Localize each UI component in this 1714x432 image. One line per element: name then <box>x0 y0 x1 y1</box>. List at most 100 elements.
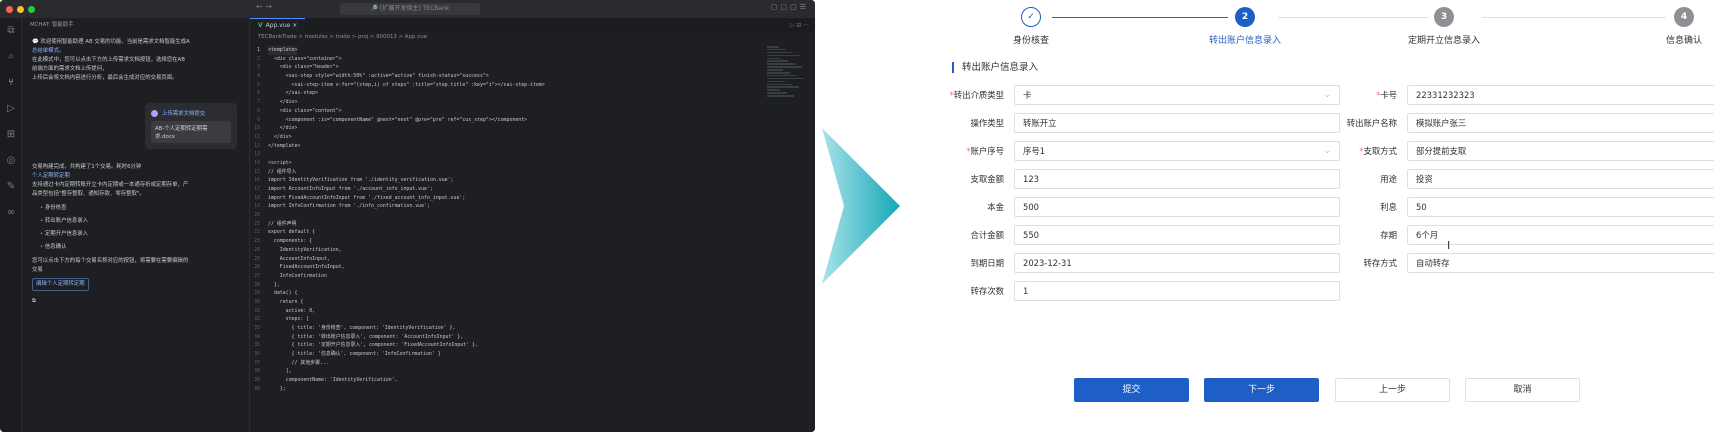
code-line[interactable]: 34 { title: '转出账户信息录入', component: 'Acco… <box>250 333 755 342</box>
cancel-button[interactable]: 取消 <box>1465 378 1580 402</box>
list-item: 信息确认 <box>40 241 239 254</box>
code-line[interactable]: 5 <sai-step-item v-for="(step,i) of step… <box>250 81 755 90</box>
remote-icon[interactable]: ◎ <box>0 148 22 174</box>
next-step-button[interactable]: 下一步 <box>1204 378 1319 402</box>
submit-button[interactable]: 提交 <box>1074 378 1189 402</box>
ide-window: ← → 🔎 [扩展开发宿主] TECBank ▢▢▢☰ ⧉ ⌕ ⑂ ▷ ⊞ ◎ … <box>0 0 815 432</box>
select-field[interactable]: 部分提前支取⌄ <box>1407 141 1714 161</box>
line-number: 13 <box>254 151 260 158</box>
step-3-circle[interactable]: 3 <box>1434 7 1454 27</box>
minimap[interactable] <box>767 46 807 106</box>
minimap-line <box>767 69 783 71</box>
code-text: <sai-step-item v-for="(step,i) of steps"… <box>268 81 545 88</box>
code-line[interactable]: 27 InfoConfirmation <box>250 272 755 281</box>
code-line[interactable]: 36 { title: '信息确认', component: 'InfoConf… <box>250 350 755 359</box>
code-line[interactable]: 14 <script> <box>250 159 755 168</box>
code-line[interactable]: 15 // 组件导入 <box>250 168 755 177</box>
code-line[interactable]: 28 }, <box>250 281 755 290</box>
copy-icon[interactable]: ⧉ <box>32 297 239 306</box>
run-icon[interactable]: ▷ ⊟ ··· <box>790 22 815 29</box>
code-line[interactable]: 4 <sai-step style="width:50%" :active="a… <box>250 72 755 81</box>
text-input[interactable]: 模拟账户张三 <box>1407 113 1714 133</box>
maximize-window-button[interactable] <box>28 5 35 13</box>
code-line[interactable]: 18 import FixedAccountInfoInput from './f… <box>250 194 755 203</box>
code-line[interactable]: 12 </template> <box>250 142 755 151</box>
code-line[interactable]: 24 IdentityVerification, <box>250 246 755 255</box>
code-line[interactable]: 21 // 组件声明 <box>250 220 755 229</box>
text-input[interactable]: 自动转存 <box>1407 253 1714 273</box>
code-line[interactable]: 31 active: 0, <box>250 307 755 316</box>
line-number: 35 <box>254 342 260 349</box>
close-window-button[interactable] <box>6 5 13 13</box>
tab-app-vue[interactable]: V App.vue × <box>250 18 306 32</box>
step-4-circle[interactable]: 4 <box>1674 7 1694 27</box>
line-number: 24 <box>254 246 260 253</box>
code-line[interactable]: 25 AccountInfoInput, <box>250 255 755 264</box>
text-input[interactable]: 50 <box>1407 197 1714 217</box>
code-line[interactable]: 38 ], <box>250 367 755 376</box>
source-control-icon[interactable]: ⑂ <box>0 70 22 96</box>
code-line[interactable]: 23 components: { <box>250 237 755 246</box>
minimap-line <box>767 86 799 88</box>
code-line[interactable]: 6 </sai-step> <box>250 89 755 98</box>
code-line[interactable]: 39 componentName: 'IdentityVerification'… <box>250 376 755 385</box>
code-line[interactable]: 40 }; <box>250 385 755 394</box>
step-2-circle[interactable]: 2 <box>1235 7 1255 27</box>
step-3-label: 定期开立信息录入 <box>1407 36 1481 46</box>
code-area[interactable]: 1 <template> 2 <div class="container"> 3 <d… <box>250 46 755 432</box>
code-text: </template> <box>268 142 301 149</box>
code-line[interactable]: 29 data() { <box>250 289 755 298</box>
prev-step-button[interactable]: 上一步 <box>1335 378 1450 402</box>
text-input[interactable]: 1 <box>1014 281 1340 301</box>
chat-icon[interactable]: ✎ <box>0 174 22 200</box>
field-label: 利息 <box>1380 197 1397 217</box>
field-value: 自动转存 <box>1416 258 1450 268</box>
step-2-label: 转出账户信息录入 <box>1208 36 1282 46</box>
code-line[interactable]: 19 import InfoConfirmation from './info_c… <box>250 202 755 211</box>
attached-file-chip[interactable]: AB-个人定期转定期需求.docx <box>151 121 231 143</box>
code-text: components: { <box>268 238 313 245</box>
nav-arrows-icon[interactable]: ← → <box>256 2 272 11</box>
search-icon[interactable]: ⌕ <box>0 44 22 70</box>
code-line[interactable]: 33 { title: '身份核查', component: 'Identity… <box>250 324 755 333</box>
code-line[interactable]: 2 <div class="container"> <box>250 55 755 64</box>
code-line[interactable]: 16 import IdentityVerification from './id… <box>250 176 755 185</box>
code-line[interactable]: 26 FixedAccountInfoInput, <box>250 263 755 272</box>
code-line[interactable]: 17 import AccountInfoInput from './accoun… <box>250 185 755 194</box>
code-line[interactable]: 32 steps: [ <box>250 315 755 324</box>
code-line[interactable]: 11 </div> <box>250 133 755 142</box>
line-number: 3 <box>257 64 260 71</box>
close-tab-icon[interactable]: × <box>292 22 297 29</box>
code-line[interactable]: 13 <box>250 150 755 159</box>
code-line[interactable]: 8 <div class="content"> <box>250 107 755 116</box>
code-line[interactable]: 20 <box>250 211 755 220</box>
code-line[interactable]: 7 </div> <box>250 98 755 107</box>
line-number: 8 <box>257 107 260 114</box>
code-line[interactable]: 3 <div class="header"> <box>250 63 755 72</box>
explorer-icon[interactable]: ⧉ <box>0 18 22 44</box>
code-line[interactable]: 22 export default { <box>250 228 755 237</box>
step-1-circle[interactable]: ✓ <box>1021 7 1041 27</box>
text-input[interactable]: 22331232323 <box>1407 85 1714 105</box>
command-center[interactable]: 🔎 [扩展开发宿主] TECBank <box>340 3 480 15</box>
text-input[interactable]: 6个月 <box>1407 225 1714 245</box>
code-text: <component :is="componentName" @next="ne… <box>268 116 528 123</box>
code-line[interactable]: 37 // 其他步骤... <box>250 359 755 368</box>
code-line[interactable]: 9 <component :is="componentName" @next="… <box>250 116 755 125</box>
code-line[interactable]: 1 <template> <box>250 46 755 55</box>
edit-trade-button[interactable]: 编辑个人定期转定期 <box>32 278 89 291</box>
code-text: ], <box>268 368 292 375</box>
code-line[interactable]: 10 </div> <box>250 124 755 133</box>
code-text: FixedAccountInfoInput, <box>268 264 345 271</box>
code-line[interactable]: 30 return { <box>250 298 755 307</box>
ai-assistant-icon[interactable]: ∞ <box>0 200 22 226</box>
extensions-icon[interactable]: ⊞ <box>0 122 22 148</box>
breadcrumb[interactable]: TECBankTrade > modules > trade > proj > … <box>250 32 815 43</box>
code-text: AccountInfoInput, <box>268 255 330 262</box>
select-field[interactable]: 投资⌄ <box>1407 169 1714 189</box>
minimize-window-button[interactable] <box>17 5 24 13</box>
run-debug-icon[interactable]: ▷ <box>0 96 22 122</box>
minimap-line <box>767 60 788 62</box>
code-line[interactable]: 35 { title: '定期开户信息录入', component: 'Fixe… <box>250 341 755 350</box>
layout-icons[interactable]: ▢▢▢☰ <box>771 3 809 11</box>
